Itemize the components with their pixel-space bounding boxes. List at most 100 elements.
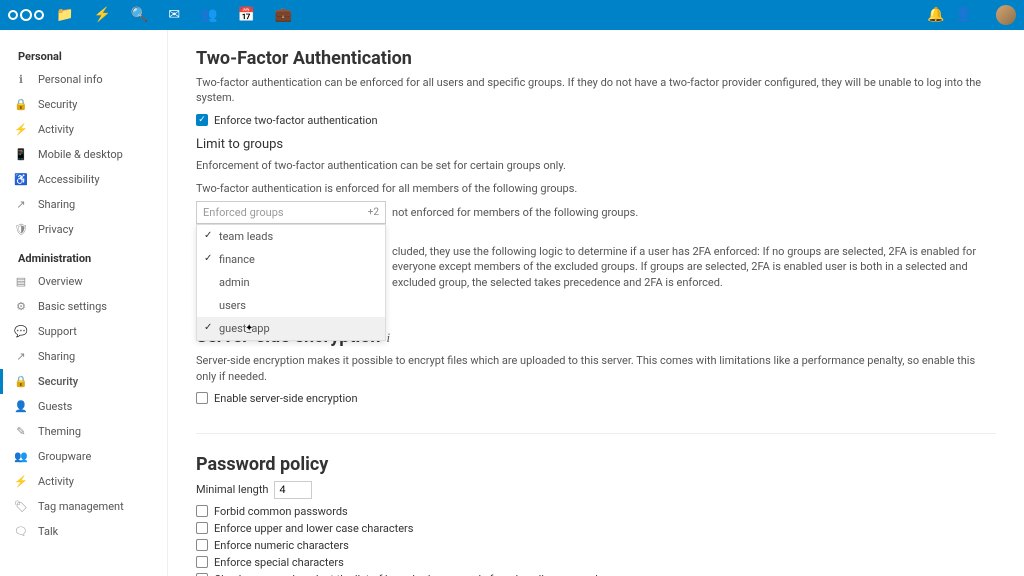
group-option-finance[interactable]: finance	[197, 248, 385, 271]
sidebar-icon: ▤	[14, 275, 28, 288]
sidebar-item-personal-info[interactable]: ℹPersonal info	[0, 67, 167, 92]
sidebar-item-sharing[interactable]: ↗ Sharing	[0, 192, 167, 217]
pw-option-checkbox[interactable]	[196, 556, 208, 568]
encryption-desc: Server-side encryption makes it possible…	[196, 353, 996, 384]
min-length-label: Minimal length	[196, 483, 268, 496]
pw-option-checkbox[interactable]	[196, 505, 208, 517]
section-divider	[196, 433, 996, 434]
sidebar-item-security[interactable]: 🔒Security	[0, 369, 167, 394]
sidebar-item-activity[interactable]: ⚡ Activity	[0, 117, 167, 142]
sidebar-item-label: Activity	[38, 475, 74, 488]
sidebar-icon: ↗	[14, 350, 28, 363]
sidebar-icon: ♿	[14, 173, 28, 186]
sidebar-item-label: Tag management	[38, 500, 124, 513]
group-option-admin[interactable]: admin	[197, 271, 385, 294]
bolt-icon[interactable]: ⚡	[93, 7, 110, 23]
sidebar-icon: 🔒	[14, 375, 28, 388]
sidebar-icon: 📱	[14, 148, 28, 161]
sidebar-item-label: Security	[38, 98, 77, 111]
sidebar-icon: ⚡	[14, 475, 28, 488]
limit-line1: Enforcement of two-factor authentication…	[196, 158, 996, 173]
enforced-groups-dropdown: team leadsfinanceadminusersguest_app✦	[196, 224, 386, 341]
sidebar-item-talk[interactable]: 🗨 Talk	[0, 519, 167, 544]
sidebar-icon: 👥	[14, 450, 28, 463]
sidebar-heading-personal: Personal	[0, 46, 167, 67]
info-icon[interactable]: i	[387, 330, 391, 345]
sidebar-item-tag-management[interactable]: 🏷 Tag management	[0, 494, 167, 519]
sidebar-item-label: Sharing	[38, 198, 75, 211]
enable-encryption-checkbox[interactable]	[196, 392, 208, 404]
enforce-2fa-label: Enforce two-factor authentication	[214, 114, 378, 127]
2fa-description: Two-factor authentication can be enforce…	[196, 75, 996, 106]
sidebar-item-label: Activity	[38, 123, 74, 136]
sidebar-item-label: Sharing	[38, 350, 75, 363]
briefcase-icon[interactable]: 💼	[275, 7, 292, 23]
enforce-2fa-checkbox[interactable]: ✓	[196, 114, 208, 126]
topbar-right: 🔔👤	[927, 5, 1016, 25]
sidebar-icon: 💬	[14, 325, 28, 338]
sidebar-item-guests[interactable]: 👤Guests	[0, 394, 167, 419]
sidebar-icon: ⚡	[14, 123, 28, 136]
sidebar-icon: ↗	[14, 198, 28, 211]
group-option-users[interactable]: users	[197, 294, 385, 317]
2fa-logic-text: cluded, they use the following logic to …	[392, 244, 996, 290]
group-option-team-leads[interactable]: team leads	[197, 225, 385, 248]
main-content: Two-Factor Authentication Two-factor aut…	[168, 30, 1024, 576]
sidebar-item-groupware[interactable]: 👥Groupware	[0, 444, 167, 469]
user-icon[interactable]: 👤	[955, 7, 972, 23]
calendar-icon[interactable]: 📅	[237, 7, 254, 23]
folder-icon[interactable]: 📁	[56, 7, 73, 23]
sidebar-item-support[interactable]: 💬Support	[0, 319, 167, 344]
topbar-nav: 📁 ⚡ 🔍 ✉ 👥 📅 💼	[56, 7, 292, 23]
search-icon[interactable]: 🔍	[131, 7, 148, 23]
mail-icon[interactable]: ✉	[168, 7, 180, 23]
sidebar-icon: 🔒	[14, 98, 28, 111]
pw-option-label: Enforce numeric characters	[214, 539, 349, 552]
pw-option-label: Forbid common passwords	[214, 505, 348, 518]
section-2fa: Two-Factor Authentication Two-factor aut…	[196, 48, 996, 298]
pw-option-label: Enforce upper and lower case characters	[214, 522, 413, 535]
page-title: Two-Factor Authentication	[196, 48, 996, 69]
sidebar-item-label: Accessibility	[38, 173, 100, 186]
sidebar-item-theming[interactable]: ✎Theming	[0, 419, 167, 444]
pw-option-checkbox[interactable]	[196, 539, 208, 551]
topbar: 📁⚡🔍✉👥📅💼 🔔👤	[0, 0, 1024, 30]
pw-option-checkbox[interactable]	[196, 522, 208, 534]
enable-encryption-label: Enable server-side encryption	[214, 392, 358, 405]
sidebar-icon: ℹ	[14, 73, 28, 86]
limit-to-groups-heading: Limit to groups	[196, 137, 996, 152]
sidebar-item-label: Talk	[38, 525, 58, 538]
app-logo[interactable]	[8, 9, 44, 21]
sidebar-item-label: Basic settings	[38, 300, 107, 313]
sidebar-icon: ⚙	[14, 300, 28, 313]
group-option-guest-app[interactable]: guest_app✦	[197, 317, 385, 340]
sidebar-item-label: Theming	[38, 425, 81, 438]
enforced-groups-badge: +2	[368, 207, 379, 218]
sidebar-item-activity[interactable]: ⚡ Activity	[0, 469, 167, 494]
sidebar-item-security[interactable]: 🔒 Security	[0, 92, 167, 117]
sidebar-item-label: Guests	[38, 400, 72, 413]
sidebar-item-label: Overview	[38, 275, 83, 288]
sidebar-icon: 🗨	[14, 525, 28, 538]
enforced-groups-input[interactable]: Enforced groups +2	[196, 201, 386, 224]
sidebar-icon: 🏷	[14, 500, 28, 513]
section-password-policy: Password policy Minimal length Forbid co…	[196, 454, 996, 576]
sidebar-item-privacy[interactable]: 🛡 Privacy	[0, 217, 167, 242]
sidebar-item-sharing[interactable]: ↗ Sharing	[0, 344, 167, 369]
sidebar-icon: 🛡	[14, 223, 28, 236]
sidebar-item-label: Mobile & desktop	[38, 148, 123, 161]
bell-icon[interactable]: 🔔	[927, 7, 944, 23]
min-length-input[interactable]	[274, 481, 312, 499]
sidebar-item-accessibility[interactable]: ♿ Accessibility	[0, 167, 167, 192]
password-heading: Password policy	[196, 454, 996, 475]
pw-option-label: Enforce special characters	[214, 556, 344, 569]
sidebar-item-overview[interactable]: ▤ Overview	[0, 269, 167, 294]
sidebar-item-basic-settings[interactable]: ⚙ Basic settings	[0, 294, 167, 319]
sidebar-heading-admin: Administration	[0, 248, 167, 269]
users-icon[interactable]: 👥	[200, 7, 217, 23]
not-enforced-text: not enforced for members of the followin…	[392, 201, 996, 220]
sidebar-item-mobile-desktop[interactable]: 📱 Mobile & desktop	[0, 142, 167, 167]
sidebar-item-label: Privacy	[38, 223, 74, 236]
limit-line2: Two-factor authentication is enforced fo…	[196, 181, 996, 196]
avatar[interactable]	[996, 5, 1016, 25]
